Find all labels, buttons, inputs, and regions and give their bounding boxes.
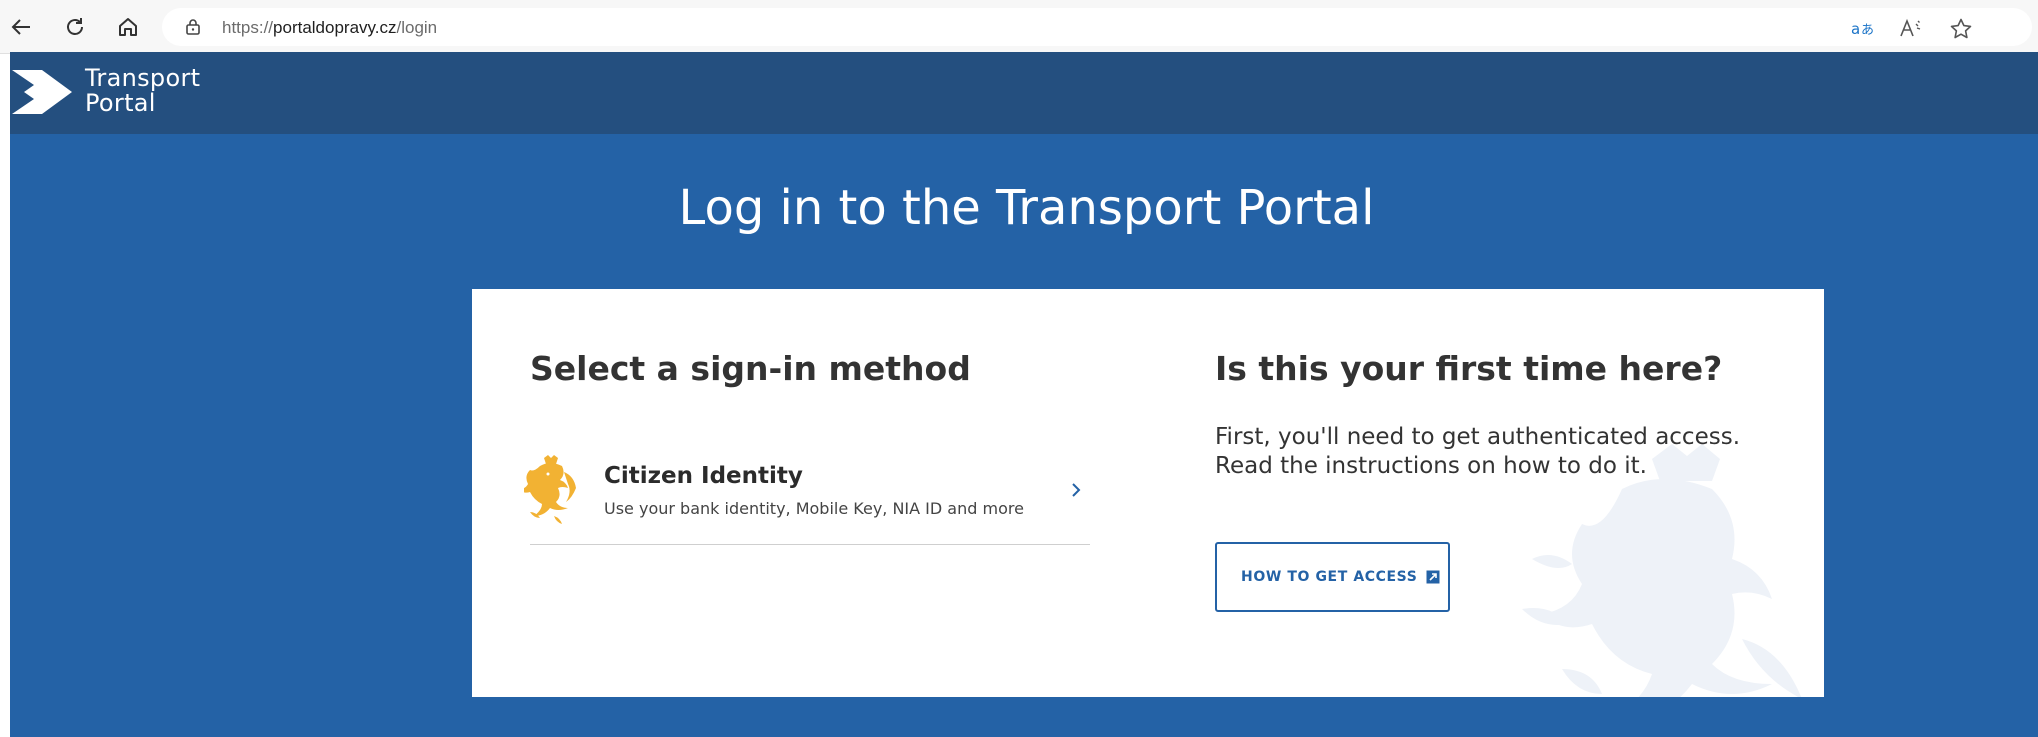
svg-text:あ: あ: [1861, 23, 1874, 38]
home-icon[interactable]: [113, 12, 143, 42]
url-text: https://portaldopravy.cz/login: [222, 18, 438, 37]
method-name: Citizen Identity: [604, 463, 803, 489]
method-description: Use your bank identity, Mobile Key, NIA …: [604, 499, 1024, 518]
page: Transport Portal Log in to the Transport…: [10, 52, 2038, 737]
lock-icon[interactable]: [184, 18, 202, 41]
logo-line-2: Portal: [85, 89, 156, 117]
chevron-right-icon[interactable]: [1070, 481, 1082, 504]
login-card: Select a sign-in method Citizen Identity…: [472, 289, 1824, 697]
logo-text[interactable]: Transport Portal: [85, 66, 200, 116]
external-link-icon: [1426, 570, 1440, 584]
logo-line-1: Transport: [85, 64, 201, 92]
translate-icon[interactable]: aあ: [1850, 16, 1876, 42]
favorite-star-icon[interactable]: [1948, 16, 1974, 42]
svg-text:a: a: [1851, 20, 1860, 38]
site-header: Transport Portal: [10, 52, 2038, 134]
transport-portal-logo-icon[interactable]: [12, 68, 80, 121]
sign-in-title: Select a sign-in method: [530, 349, 971, 388]
czech-lion-emblem-icon: [520, 454, 582, 531]
read-aloud-icon[interactable]: [1898, 16, 1924, 42]
first-time-title: Is this your first time here?: [1215, 349, 1723, 388]
how-to-get-access-button[interactable]: HOW TO GET ACCESS: [1215, 542, 1450, 612]
address-bar[interactable]: https://portaldopravy.cz/login aあ: [162, 8, 2032, 46]
back-icon[interactable]: [6, 12, 36, 42]
refresh-icon[interactable]: [60, 12, 90, 42]
browser-toolbar: https://portaldopravy.cz/login aあ: [0, 0, 2038, 54]
how-to-get-access-label: HOW TO GET ACCESS: [1241, 569, 1418, 585]
page-title: Log in to the Transport Portal: [678, 180, 1375, 236]
first-time-instructions: First, you'll need to get authenticated …: [1215, 424, 1741, 479]
citizen-identity-option[interactable]: Citizen Identity Use your bank identity,…: [520, 449, 1090, 545]
